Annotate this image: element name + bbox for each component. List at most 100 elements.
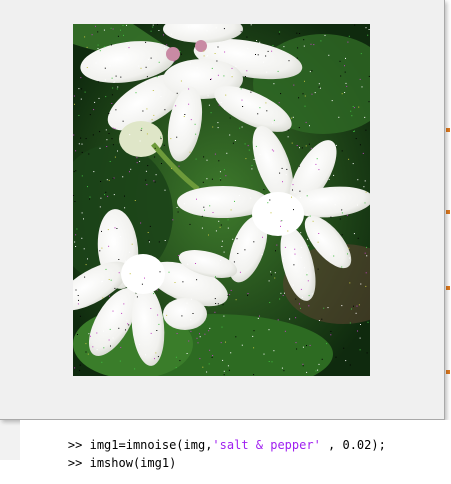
noise-pixel (354, 24, 356, 26)
noise-pixel (186, 302, 188, 304)
noise-pixel (118, 272, 120, 274)
noise-pixel (105, 191, 107, 193)
noise-pixel (149, 225, 151, 227)
noise-pixel (177, 211, 179, 213)
command-window[interactable]: >> img1=imnoise(img,'salt & pepper' , 0.… (20, 420, 451, 470)
noise-pixel (349, 282, 351, 284)
noise-pixel (76, 228, 78, 230)
noise-pixel (190, 319, 192, 321)
noise-pixel (270, 212, 272, 214)
noise-pixel (233, 261, 235, 263)
noise-pixel (74, 103, 75, 105)
noise-pixel (299, 303, 300, 305)
noise-pixel (213, 278, 215, 280)
noise-pixel (277, 319, 279, 321)
noise-pixel (149, 241, 150, 243)
noise-pixel (157, 314, 159, 316)
noise-pixel (86, 46, 88, 48)
noise-pixel (111, 138, 113, 140)
noise-pixel (164, 240, 166, 241)
noise-pixel (81, 151, 83, 153)
editor-marker (446, 210, 450, 214)
noise-pixel (357, 330, 358, 332)
noise-pixel (128, 47, 130, 49)
noise-pixel (364, 252, 366, 254)
noise-pixel (183, 116, 185, 117)
noise-pixel (154, 147, 156, 149)
noise-pixel (292, 189, 293, 191)
noise-pixel (344, 71, 346, 73)
noise-pixel (359, 144, 361, 146)
noise-pixel (360, 324, 361, 325)
noise-pixel (311, 93, 313, 95)
noise-pixel (105, 129, 107, 131)
noise-pixel (73, 195, 74, 196)
noise-pixel (349, 322, 351, 324)
noise-pixel (108, 279, 110, 280)
noise-pixel (199, 333, 200, 335)
noise-pixel (129, 251, 131, 253)
noise-pixel (206, 159, 208, 161)
noise-pixel (309, 344, 311, 346)
noise-pixel (127, 323, 129, 325)
noise-pixel (310, 200, 312, 201)
noise-pixel (95, 62, 97, 64)
noise-pixel (149, 266, 151, 268)
noise-pixel (180, 80, 182, 82)
noise-pixel (281, 167, 283, 169)
noise-pixel (141, 283, 143, 285)
noise-pixel (267, 50, 269, 52)
noise-pixel (219, 178, 221, 179)
noise-pixel (242, 106, 244, 107)
noise-pixel (96, 349, 98, 351)
noise-pixel (358, 304, 360, 306)
noise-pixel (97, 31, 99, 33)
noise-pixel (121, 57, 123, 59)
noise-pixel (317, 241, 319, 243)
noise-pixel (144, 277, 145, 279)
noise-pixel (273, 150, 275, 152)
noise-pixel (97, 44, 99, 46)
noise-pixel (151, 119, 153, 121)
noise-pixel (78, 143, 80, 145)
noise-pixel (112, 337, 114, 339)
noise-pixel (215, 303, 217, 304)
noise-pixel (187, 26, 189, 28)
noise-pixel (175, 105, 177, 107)
noise-pixel (272, 45, 274, 46)
noise-pixel (230, 289, 232, 291)
noise-pixel (187, 263, 189, 265)
noise-pixel (127, 44, 129, 46)
noise-pixel (214, 298, 216, 300)
noise-pixel (359, 349, 361, 351)
noise-pixel (207, 95, 209, 97)
noise-pixel (367, 34, 369, 36)
noise-pixel (306, 345, 307, 347)
noise-pixel (78, 88, 80, 90)
noise-pixel (244, 249, 246, 251)
noise-pixel (158, 241, 160, 243)
noise-pixel (341, 93, 343, 95)
noise-pixel (123, 34, 124, 36)
noise-pixel (114, 287, 116, 289)
noise-pixel (276, 244, 278, 246)
noise-pixel (361, 86, 363, 88)
noise-pixel (366, 352, 368, 354)
noise-pixel (174, 282, 176, 283)
noise-pixel (326, 343, 328, 345)
noise-pixel (227, 219, 229, 221)
noise-pixel (214, 311, 216, 313)
noisy-flower-image (73, 24, 370, 376)
noise-pixel (110, 27, 112, 29)
figure-window[interactable] (0, 0, 445, 420)
noise-pixel (104, 79, 106, 81)
noise-pixel (201, 227, 203, 229)
noise-pixel (159, 271, 161, 273)
noise-pixel (94, 101, 96, 103)
noise-pixel (179, 51, 181, 53)
noise-pixel (189, 223, 191, 225)
noise-pixel (280, 292, 282, 294)
noise-pixel (166, 44, 168, 46)
noise-pixel (161, 163, 162, 164)
noise-pixel (110, 345, 111, 347)
